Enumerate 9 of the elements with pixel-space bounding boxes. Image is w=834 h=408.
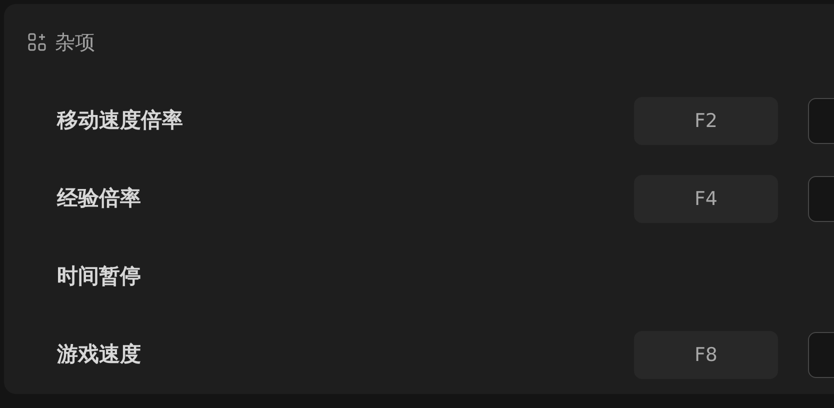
hotkey-button[interactable]: F4 [634,175,778,223]
setting-label: 移动速度倍率 [57,107,184,134]
apps-add-icon [28,33,46,51]
setting-label: 时间暂停 [57,263,142,290]
setting-label: 游戏速度 [57,341,142,368]
section-title: 杂项 [55,29,95,56]
hotkey-button[interactable]: F8 [634,331,778,379]
setting-label: 经验倍率 [57,185,142,212]
hotkey-button[interactable]: F2 [634,97,778,145]
